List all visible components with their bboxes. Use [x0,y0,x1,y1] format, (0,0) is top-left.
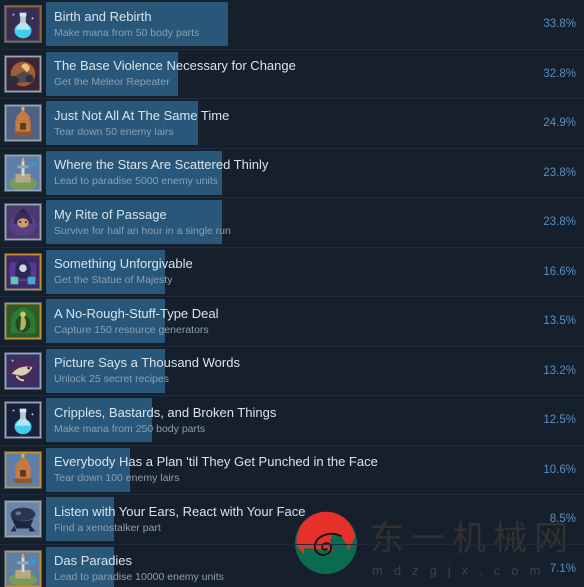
achievement-progress-container: Birth and Rebirth Make mana from 50 body … [46,2,490,47]
achievement-description: Tear down 100 enemy lairs [54,472,180,485]
stone-lantern-icon [4,104,42,143]
achievement-percent: 12.5% [543,414,576,427]
achievement-row[interactable]: Das Paradies Lead to paradise 10000 enemy… [0,545,584,587]
achievement-row[interactable]: Everybody Has a Plan 'til They Get Punch… [0,446,584,495]
achievement-percent: 23.8% [543,166,576,179]
achievement-text: Das Paradies Lead to paradise 10000 enemy… [54,547,490,587]
green-shrine-icon [4,302,42,341]
achievement-progress-container: Something Unforgivable Get the Statue of … [46,249,490,294]
scroll-creature-icon [4,351,42,390]
achievement-description: Make mana from 50 body parts [54,26,200,39]
achievement-title: Birth and Rebirth [54,8,152,24]
achievement-description: Tear down 50 enemy lairs [54,125,174,138]
achievement-title: Picture Says a Thousand Words [54,355,240,371]
achievement-text: Picture Says a Thousand Words Unlock 25 s… [54,349,490,393]
achievement-text: The Base Violence Necessary for Change Ge… [54,52,490,96]
achievement-percent: 32.8% [543,67,576,80]
achievement-text: Cripples, Bastards, and Broken Things Mak… [54,398,490,442]
achievement-percent: 16.6% [543,265,576,278]
achievement-title: My Rite of Passage [54,206,167,222]
achievement-title: Where the Stars Are Scattered Thinly [54,157,269,173]
achievement-row[interactable]: Cripples, Bastards, and Broken Things Mak… [0,396,584,446]
achievement-row[interactable]: Just Not All At The Same Time Tear down 5… [0,99,584,149]
achievement-text: Where the Stars Are Scattered Thinly Lead… [54,151,490,195]
achievement-text: Something Unforgivable Get the Statue of … [54,250,490,294]
flaming-cannon-icon [4,54,42,93]
achievement-row[interactable]: My Rite of Passage Survive for half an ho… [0,198,584,248]
enthroned-statue-icon [4,252,42,291]
achievement-percent: 23.8% [543,216,576,229]
achievement-progress-container: A No-Rough-Stuff-Type Deal Capture 150 re… [46,299,490,344]
achievement-progress-container: Just Not All At The Same Time Tear down 5… [46,101,490,146]
achievement-progress-container: Picture Says a Thousand Words Unlock 25 s… [46,348,490,393]
achievement-percent: 8.5% [549,513,576,526]
achievement-progress-container: Where the Stars Are Scattered Thinly Lead… [46,150,490,195]
achievement-text: Just Not All At The Same Time Tear down 5… [54,101,490,145]
achievement-description: Unlock 25 secret recipes [54,373,169,386]
achievement-progress-container: Everybody Has a Plan 'til They Get Punch… [46,447,490,492]
achievement-percent: 7.1% [549,562,576,575]
achievement-title: A No-Rough-Stuff-Type Deal [54,305,219,321]
achievement-progress-container: Listen with Your Ears, React with Your F… [46,497,490,542]
achievement-row[interactable]: Picture Says a Thousand Words Unlock 25 s… [0,347,584,396]
achievement-title: Das Paradies [54,553,133,569]
achievement-percent: 10.6% [543,463,576,476]
achievement-percent: 24.9% [543,117,576,130]
achievement-title: Everybody Has a Plan 'til They Get Punch… [54,454,378,470]
achievement-description: Lead to paradise 10000 enemy units [54,571,224,584]
achievement-title: Cripples, Bastards, and Broken Things [54,404,277,420]
achievement-title: The Base Violence Necessary for Change [54,58,296,74]
stone-lantern-icon [4,450,42,489]
achievement-text: Birth and Rebirth Make mana from 50 body … [54,2,490,46]
achievement-row[interactable]: The Base Violence Necessary for Change Ge… [0,50,584,99]
sword-monument-icon [4,153,42,192]
achievement-title: Listen with Your Ears, React with Your F… [54,503,306,519]
achievement-row[interactable]: A No-Rough-Stuff-Type Deal Capture 150 re… [0,297,584,347]
achievement-description: Lead to paradise 5000 enemy units [54,175,219,188]
achievement-row[interactable]: Where the Stars Are Scattered Thinly Lead… [0,149,584,198]
achievement-progress-container: My Rite of Passage Survive for half an ho… [46,200,490,245]
achievement-title: Just Not All At The Same Time [54,107,230,123]
achievement-description: Find a xenostalker part [54,521,161,534]
achievement-description: Get the Statue of Majesty [54,274,173,287]
achievement-row[interactable]: Birth and Rebirth Make mana from 50 body … [0,0,584,50]
achievement-description: Survive for half an hour in a single run [54,224,231,237]
achievement-percent: 13.2% [543,364,576,377]
achievement-title: Something Unforgivable [54,256,193,272]
achievement-percent: 33.8% [543,18,576,31]
achievement-description: Get the Meleor Repeater [54,76,170,89]
hooded-figure-icon [4,203,42,242]
achievement-text: My Rite of Passage Survive for half an ho… [54,200,490,244]
achievement-progress-container: Cripples, Bastards, and Broken Things Mak… [46,398,490,443]
achievements-page: 东一机械网 mdzgjx.com Birth and Rebirth Make m… [0,0,584,587]
achievement-progress-container: The Base Violence Necessary for Change Ge… [46,51,490,96]
achievement-text: A No-Rough-Stuff-Type Deal Capture 150 re… [54,299,490,343]
achievement-percent: 13.5% [543,315,576,328]
xenostalker-creature-icon [4,500,42,539]
achievement-row[interactable]: Listen with Your Ears, React with Your F… [0,495,584,545]
achievement-description: Capture 150 resource generators [54,323,209,336]
blue-potion-flask-icon [4,5,42,44]
achievement-text: Everybody Has a Plan 'til They Get Punch… [54,448,490,492]
blue-potion-flask-icon [4,401,42,440]
achievement-row[interactable]: Something Unforgivable Get the Statue of … [0,248,584,297]
achievement-progress-container: Das Paradies Lead to paradise 10000 enemy… [46,546,490,587]
sword-monument-icon [4,549,42,587]
achievement-list: Birth and Rebirth Make mana from 50 body … [0,0,584,587]
achievement-text: Listen with Your Ears, React with Your F… [54,497,490,541]
achievement-description: Make mana from 250 body parts [54,422,206,435]
